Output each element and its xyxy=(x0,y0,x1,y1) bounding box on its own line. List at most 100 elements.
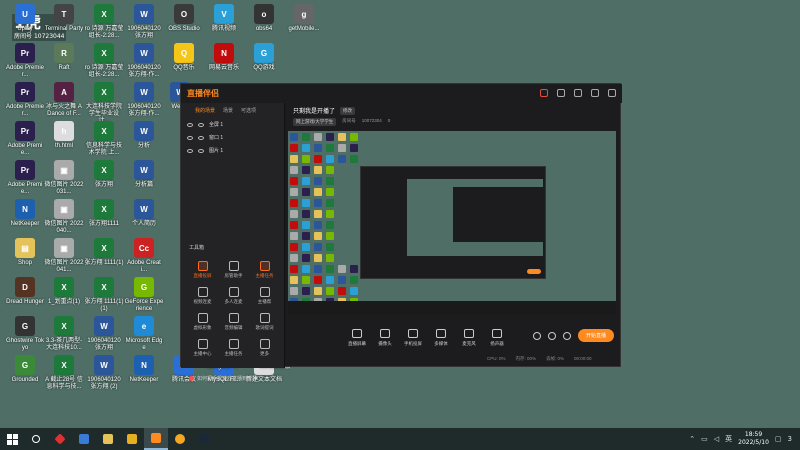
desktop-icon[interactable]: A 冰与火之舞 A Dance of F... xyxy=(45,82,83,126)
desktop-icon[interactable]: Pr Adobe Premier... xyxy=(6,82,44,126)
share-icon[interactable] xyxy=(608,89,616,97)
desktop-icon[interactable]: Navigator ... xyxy=(197,362,247,406)
desktop-icon[interactable]: G GeForce Experience xyxy=(125,277,163,321)
desktop-icon[interactable]: X 张方翔 1111(1)(1) xyxy=(84,277,124,321)
desktop-icon[interactable]: X 1_划重点(1) xyxy=(45,277,83,321)
tab-options[interactable]: 可选项 xyxy=(241,107,256,114)
bell-icon[interactable] xyxy=(591,89,599,97)
desktop-icon[interactable]: WeGame版 xyxy=(250,362,300,406)
desktop-icon[interactable]: T Terminal Party xyxy=(45,4,83,48)
control-media[interactable]: 多媒体 xyxy=(427,329,455,347)
desktop-icon[interactable]: W 个人简历 xyxy=(125,199,163,243)
record-video-icon[interactable] xyxy=(532,331,541,340)
desktop-icon[interactable]: ▤ Shop xyxy=(6,238,44,282)
toolbox-item[interactable]: 直播投屏 xyxy=(187,261,218,283)
desktop-icon[interactable]: W 1906040120 张方翔 xyxy=(125,4,163,48)
search-button[interactable] xyxy=(24,428,48,450)
scene-item[interactable]: 窗口 1 xyxy=(181,131,284,144)
desktop-icon[interactable]: V 腾讯视频 xyxy=(205,4,243,48)
desktop-icon[interactable]: Cc Adobe Creati... xyxy=(125,238,163,282)
notification-icon[interactable]: ▢ xyxy=(775,435,782,443)
live-streaming-app-window[interactable]: 直播伴侣 我的场景 场景 可选项 全屏 1 窗口 1 图片 1 工具箱 直播投屏… xyxy=(180,83,622,382)
layout-icon[interactable] xyxy=(574,89,582,97)
desktop-icon[interactable]: X 张方翔 1111(1) xyxy=(84,238,124,282)
control-microphone[interactable]: 麦克风 xyxy=(455,329,483,347)
settings-icon[interactable] xyxy=(562,331,571,340)
chevron-up-icon[interactable]: ⌃ xyxy=(689,435,695,443)
desktop-icon[interactable]: X大连科技学院 学生毕业设计... xyxy=(85,82,123,126)
desktop-icon[interactable]: X 张方翔 xyxy=(85,160,123,204)
scene-item[interactable]: 全屏 1 xyxy=(181,118,284,131)
desktop-icon[interactable]: g getMobile... xyxy=(285,4,323,48)
desktop-icon[interactable]: G Grounded xyxy=(6,355,44,399)
eye-icon[interactable] xyxy=(187,148,193,153)
eye-icon[interactable] xyxy=(187,122,193,127)
control-phone-cast[interactable]: 手机投屏 xyxy=(399,329,427,347)
desktop-icon[interactable]: o obs64 xyxy=(245,4,283,48)
toolbox-item[interactable]: 主播任务 xyxy=(218,339,249,361)
toolbox-item[interactable]: 音频编辑 xyxy=(218,313,249,335)
taskbar-app[interactable] xyxy=(48,428,72,450)
control-screen[interactable]: 直播屏幕 xyxy=(343,329,371,347)
lock-icon[interactable] xyxy=(198,148,204,153)
taskbar-app[interactable] xyxy=(72,428,96,450)
desktop-icon[interactable]: X A 截止28号 信息科学与技... xyxy=(45,355,83,399)
toolbox-item[interactable]: 主播任务 xyxy=(249,261,280,283)
toolbox-item[interactable]: 视频连麦 xyxy=(187,287,218,309)
tab-my-scenes[interactable]: 我的场景 xyxy=(195,107,215,114)
desktop-icon[interactable]: N 网易云音乐 xyxy=(205,43,243,87)
toolbox-item[interactable]: 虚拟形象 xyxy=(187,313,218,335)
desktop-icon[interactable]: ▣ 微信图片 2022041... xyxy=(44,238,84,282)
volume-icon[interactable]: ◁ xyxy=(714,435,719,443)
scene-item[interactable]: 图片 1 xyxy=(181,144,284,157)
lock-icon[interactable] xyxy=(557,89,565,97)
category-chip[interactable]: 网上游戏/大学学生 xyxy=(293,118,337,126)
toolbox-item[interactable]: 更多 xyxy=(249,339,280,361)
control-speaker[interactable]: 扬声器 xyxy=(483,329,511,347)
desktop-icon[interactable]: Xro 诗源 万嘉莹组长-2:28... xyxy=(85,43,123,87)
taskbar-app-streaming[interactable] xyxy=(144,428,168,450)
desktop-icon[interactable]: e Microsoft Edge xyxy=(125,316,163,360)
desktop-icon[interactable]: Pr Adobe Premier... xyxy=(6,43,44,87)
record-icon[interactable] xyxy=(540,89,548,97)
desktop-icon[interactable]: W 分析篇 xyxy=(125,160,163,204)
desktop-icon[interactable]: h th.html xyxy=(45,121,83,165)
desktop-icon[interactable]: ▣ 微信图片 2022031... xyxy=(44,160,84,204)
toolbox-item[interactable]: 主播中心 xyxy=(187,339,218,361)
desktop-icon[interactable]: R Raft xyxy=(45,43,83,87)
desktop-icon[interactable]: X 3.3-茶几两型-大连科技10... xyxy=(45,316,83,360)
desktop-icon[interactable]: W 分析 xyxy=(125,121,163,165)
desktop-icon[interactable]: Q QQ音乐 xyxy=(165,43,203,87)
tab-scenes[interactable]: 场景 xyxy=(223,107,233,114)
toolbox-item[interactable]: 多人连麦 xyxy=(218,287,249,309)
lock-icon[interactable] xyxy=(198,135,204,140)
eye-icon[interactable] xyxy=(547,331,556,340)
clock[interactable]: 18:59 2022/5/10 xyxy=(738,431,769,447)
stream-preview[interactable] xyxy=(288,131,616,315)
desktop-icon[interactable]: ▣ 微信图片 2022040... xyxy=(44,199,84,243)
desktop-icon[interactable]: W 1906040120 张方翔-作... xyxy=(125,43,163,87)
toolbox-item[interactable]: 歌词提词 xyxy=(249,313,280,335)
desktop-icon[interactable]: O OBS Studio xyxy=(165,4,203,48)
control-camera[interactable]: 摄像头 xyxy=(371,329,399,347)
taskbar-app[interactable] xyxy=(168,428,192,450)
start-button[interactable] xyxy=(0,428,24,450)
start-live-button[interactable]: 开始直播 xyxy=(577,329,614,342)
lock-icon[interactable] xyxy=(198,122,204,127)
desktop-icon[interactable]: X 张方翔1111 xyxy=(85,199,123,243)
toolbox-item[interactable]: 房管助手 xyxy=(218,261,249,283)
desktop-icon[interactable]: W 1906040120 张方翔 (2) xyxy=(85,355,123,399)
network-icon[interactable]: ▭ xyxy=(701,435,708,443)
desktop-icon[interactable]: U Uplay xyxy=(6,4,44,48)
desktop-icon[interactable]: D Dread Hunger xyxy=(6,277,44,321)
app-titlebar[interactable]: 直播伴侣 xyxy=(181,84,622,103)
help-notice[interactable]: 如何把手机游戏直播到虎牙... xyxy=(189,375,261,382)
taskbar-app[interactable] xyxy=(120,428,144,450)
desktop-icon[interactable]: Pr Adobe Premie... xyxy=(6,160,44,204)
taskbar-app[interactable] xyxy=(192,428,216,450)
desktop-icon[interactable]: W 1906040120 张方翔 xyxy=(85,316,123,360)
taskbar-app[interactable] xyxy=(96,428,120,450)
desktop-icon[interactable]: G Ghostwire Tokyo xyxy=(6,316,44,360)
desktop-icon[interactable]: Pr Adobe Premie... xyxy=(6,121,44,165)
desktop-icon[interactable]: W 1906040120 张方翔-作... xyxy=(125,82,163,126)
